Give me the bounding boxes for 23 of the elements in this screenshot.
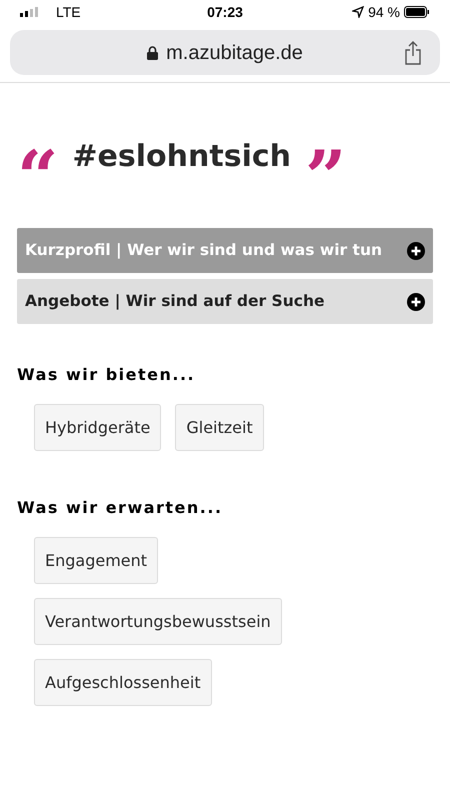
share-icon[interactable] <box>404 40 422 64</box>
tag: Verantwortungsbewusstsein <box>34 598 282 645</box>
clock: 07:23 <box>206 2 244 22</box>
plus-icon <box>407 292 425 310</box>
tag: Hybridgeräte <box>34 404 162 451</box>
battery-icon <box>404 6 430 18</box>
accordion-header[interactable]: Angebote | Wir sind auf der Suche <box>17 279 433 324</box>
carrier-label: LTE <box>56 2 81 22</box>
tag: Gleitzeit <box>175 404 264 451</box>
section-heading: Was wir bieten... <box>17 364 196 386</box>
address-bar[interactable]: m.azubitage.de <box>10 30 440 75</box>
plus-icon <box>407 242 425 260</box>
signal-icon <box>20 7 38 17</box>
location-arrow-icon <box>352 6 364 18</box>
tag: Aufgeschlossenheit <box>34 659 212 706</box>
page-heading: #eslohntsich <box>72 138 291 176</box>
open-quote-mark: “ <box>17 141 58 191</box>
close-quote-mark: ” <box>305 141 346 191</box>
section-heading: Was wir erwarten... <box>17 497 224 519</box>
battery-percent: 94 % <box>368 2 400 22</box>
lock-icon <box>147 46 158 60</box>
url-text: m.azubitage.de <box>166 40 303 66</box>
tag: Engagement <box>34 537 158 584</box>
